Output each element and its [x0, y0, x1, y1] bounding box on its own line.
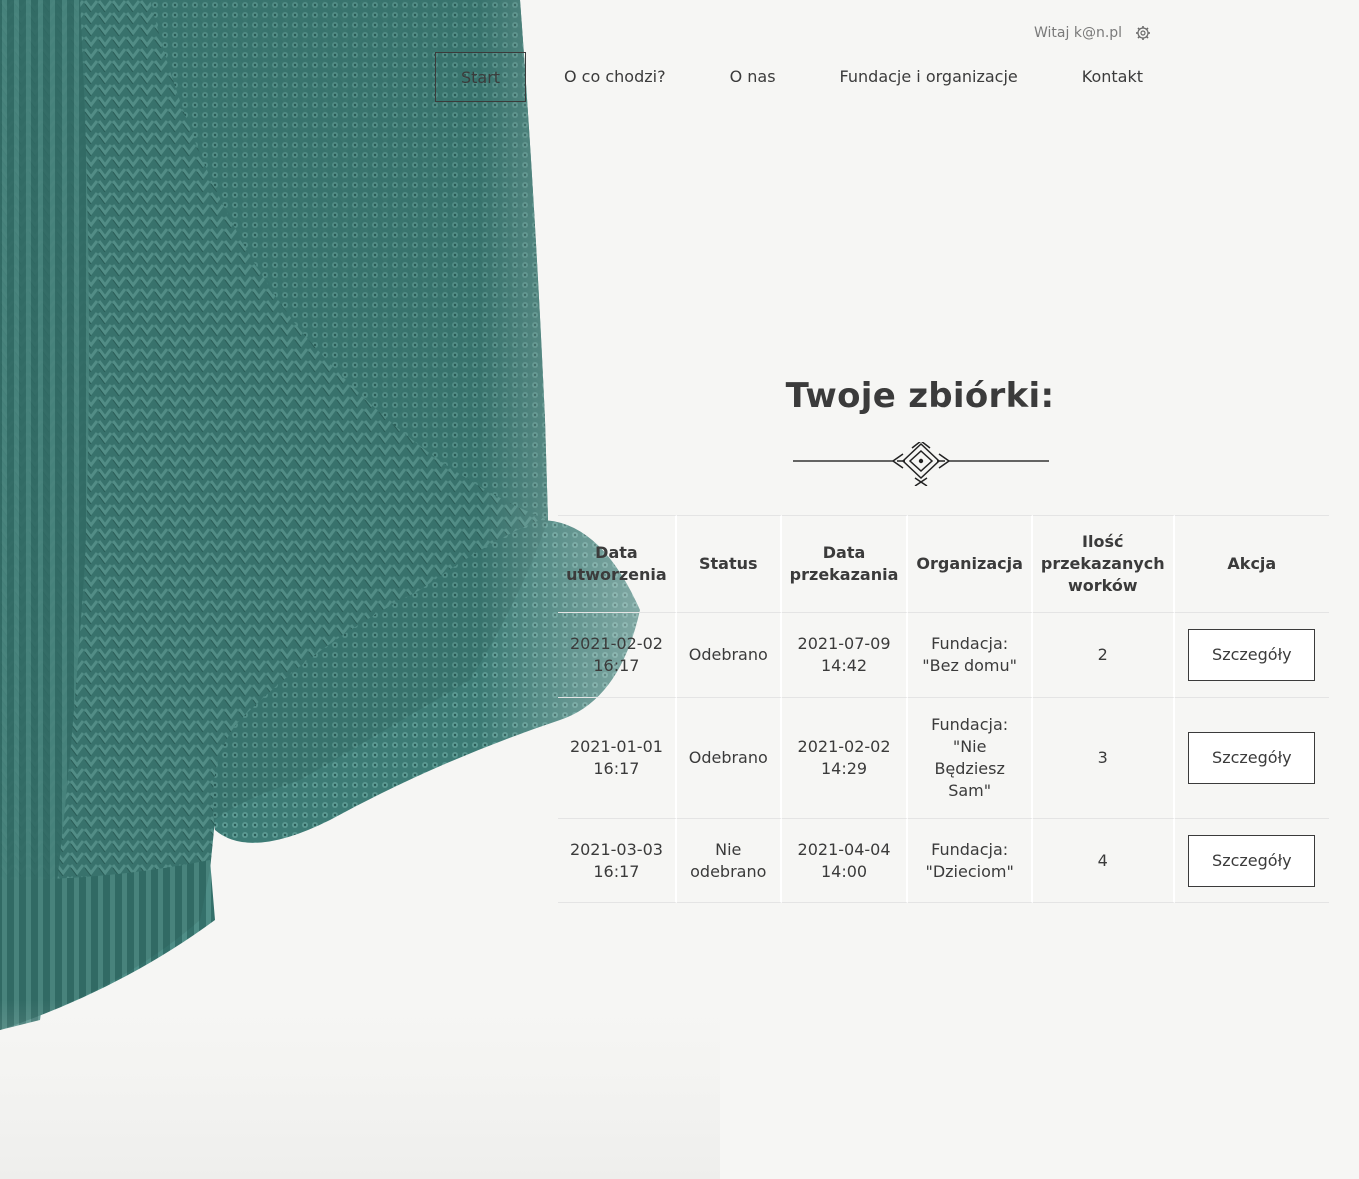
cell-handover: 2021-02-02 14:29: [781, 697, 909, 818]
greeting-text: Witaj k@n.pl: [1034, 25, 1123, 41]
gear-icon[interactable]: [1135, 25, 1151, 41]
nav-item-about-us[interactable]: O nas: [702, 52, 804, 102]
user-greeting: Witaj k@n.pl: [1034, 25, 1151, 41]
cell-organization: Fundacja: "Nie Będziesz Sam": [908, 697, 1033, 818]
col-header-created: Data utworzenia: [558, 515, 677, 612]
cell-created: 2021-02-02 16:17: [558, 612, 677, 697]
cell-status: Odebrano: [676, 612, 782, 697]
nav-item-contact[interactable]: Kontakt: [1054, 52, 1171, 102]
cell-action: Szczegóły: [1174, 697, 1329, 818]
table-row: 2021-03-03 16:17 Nie odebrano 2021-04-04…: [558, 818, 1329, 903]
table-header-row: Data utworzenia Status Data przekazania …: [558, 515, 1329, 612]
nav-item-about-project[interactable]: O co chodzi?: [536, 52, 694, 102]
details-button[interactable]: Szczegóły: [1188, 629, 1316, 681]
col-header-organization: Organizacja: [908, 515, 1033, 612]
details-button[interactable]: Szczegóły: [1188, 834, 1316, 887]
col-header-status: Status: [676, 515, 782, 612]
cell-organization: Fundacja: "Dzieciom": [908, 818, 1033, 903]
cell-action: Szczegóły: [1174, 818, 1329, 903]
cell-status: Odebrano: [676, 697, 782, 818]
cell-organization: Fundacja: "Bez domu": [908, 612, 1033, 697]
ornament-divider-icon: [793, 440, 1049, 490]
cell-action: Szczegóły: [1174, 612, 1329, 697]
donations-table: Data utworzenia Status Data przekazania …: [558, 515, 1329, 903]
cell-handover: 2021-07-09 14:42: [781, 612, 909, 697]
cell-bags: 2: [1032, 612, 1175, 697]
nav-item-start[interactable]: Start: [435, 52, 526, 102]
cell-created: 2021-01-01 16:17: [558, 697, 677, 818]
table-row: 2021-02-02 16:17 Odebrano 2021-07-09 14:…: [558, 612, 1329, 697]
main-navigation: Start O co chodzi? O nas Fundacje i orga…: [435, 51, 1171, 103]
nav-item-foundations[interactable]: Fundacje i organizacje: [812, 52, 1046, 102]
cell-status: Nie odebrano: [676, 818, 782, 903]
col-header-bags: Ilość przekazanych worków: [1032, 515, 1175, 612]
page-title: Twoje zbiórki:: [785, 376, 1055, 416]
col-header-handover: Data przekazania: [781, 515, 909, 612]
table-row: 2021-01-01 16:17 Odebrano 2021-02-02 14:…: [558, 697, 1329, 818]
col-header-action: Akcja: [1174, 515, 1329, 612]
cell-handover: 2021-04-04 14:00: [781, 818, 909, 903]
cell-bags: 3: [1032, 697, 1175, 818]
details-button[interactable]: Szczegóły: [1188, 732, 1316, 784]
cell-created: 2021-03-03 16:17: [558, 818, 677, 903]
cell-bags: 4: [1032, 818, 1175, 903]
